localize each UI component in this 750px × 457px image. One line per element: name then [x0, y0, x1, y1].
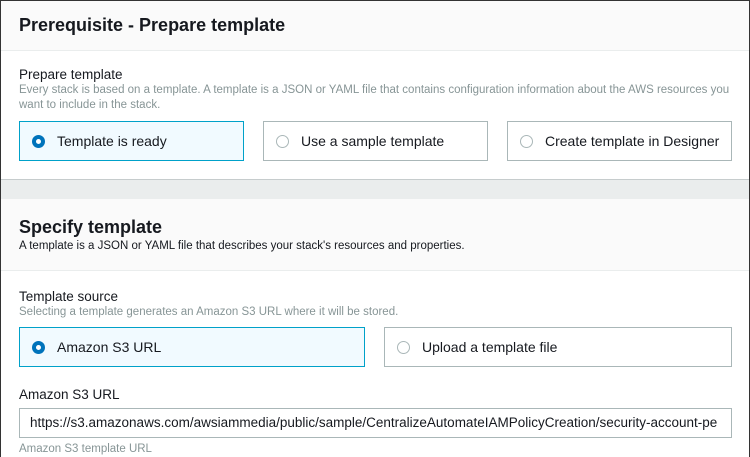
radio-unselected-icon: [397, 340, 410, 354]
radio-unselected-icon: [276, 134, 289, 148]
radio-use-sample-template[interactable]: Use a sample template: [263, 121, 488, 161]
radio-unselected-icon: [520, 134, 533, 148]
option-label: Upload a template file: [422, 339, 558, 355]
prerequisite-header: Prerequisite - Prepare template: [1, 1, 749, 51]
s3-url-hint: Amazon S3 template URL: [19, 443, 152, 455]
prepare-template-description: Every stack is based on a template. A te…: [19, 84, 730, 111]
s3-url-input[interactable]: https://s3.amazonaws.com/awsiammedia/pub…: [19, 408, 732, 438]
cloudformation-create-stack-panel: Prerequisite - Prepare template Prepare …: [0, 0, 750, 457]
option-label: Amazon S3 URL: [57, 339, 162, 355]
radio-upload-template-file[interactable]: Upload a template file: [384, 327, 732, 367]
specify-template-header: Specify template A template is a JSON or…: [1, 199, 749, 271]
radio-selected-icon: [32, 134, 45, 148]
s3-url-label: Amazon S3 URL: [19, 387, 120, 402]
radio-create-in-designer[interactable]: Create template in Designer: [507, 121, 732, 161]
option-label: Create template in Designer: [545, 133, 720, 149]
option-label: Template is ready: [57, 133, 167, 149]
section-title: Specify template: [19, 217, 163, 237]
prepare-template-label: Prepare template: [19, 67, 123, 82]
section-title: Prerequisite - Prepare template: [19, 15, 286, 35]
radio-template-is-ready[interactable]: Template is ready: [19, 121, 244, 161]
section-subtitle: A template is a JSON or YAML file that d…: [19, 240, 465, 252]
radio-selected-icon: [32, 340, 45, 354]
section-divider: [1, 179, 749, 199]
template-source-label: Template source: [19, 289, 119, 304]
template-source-description: Selecting a template generates an Amazon…: [19, 306, 399, 318]
radio-amazon-s3-url[interactable]: Amazon S3 URL: [19, 327, 365, 367]
option-label: Use a sample template: [301, 133, 445, 149]
